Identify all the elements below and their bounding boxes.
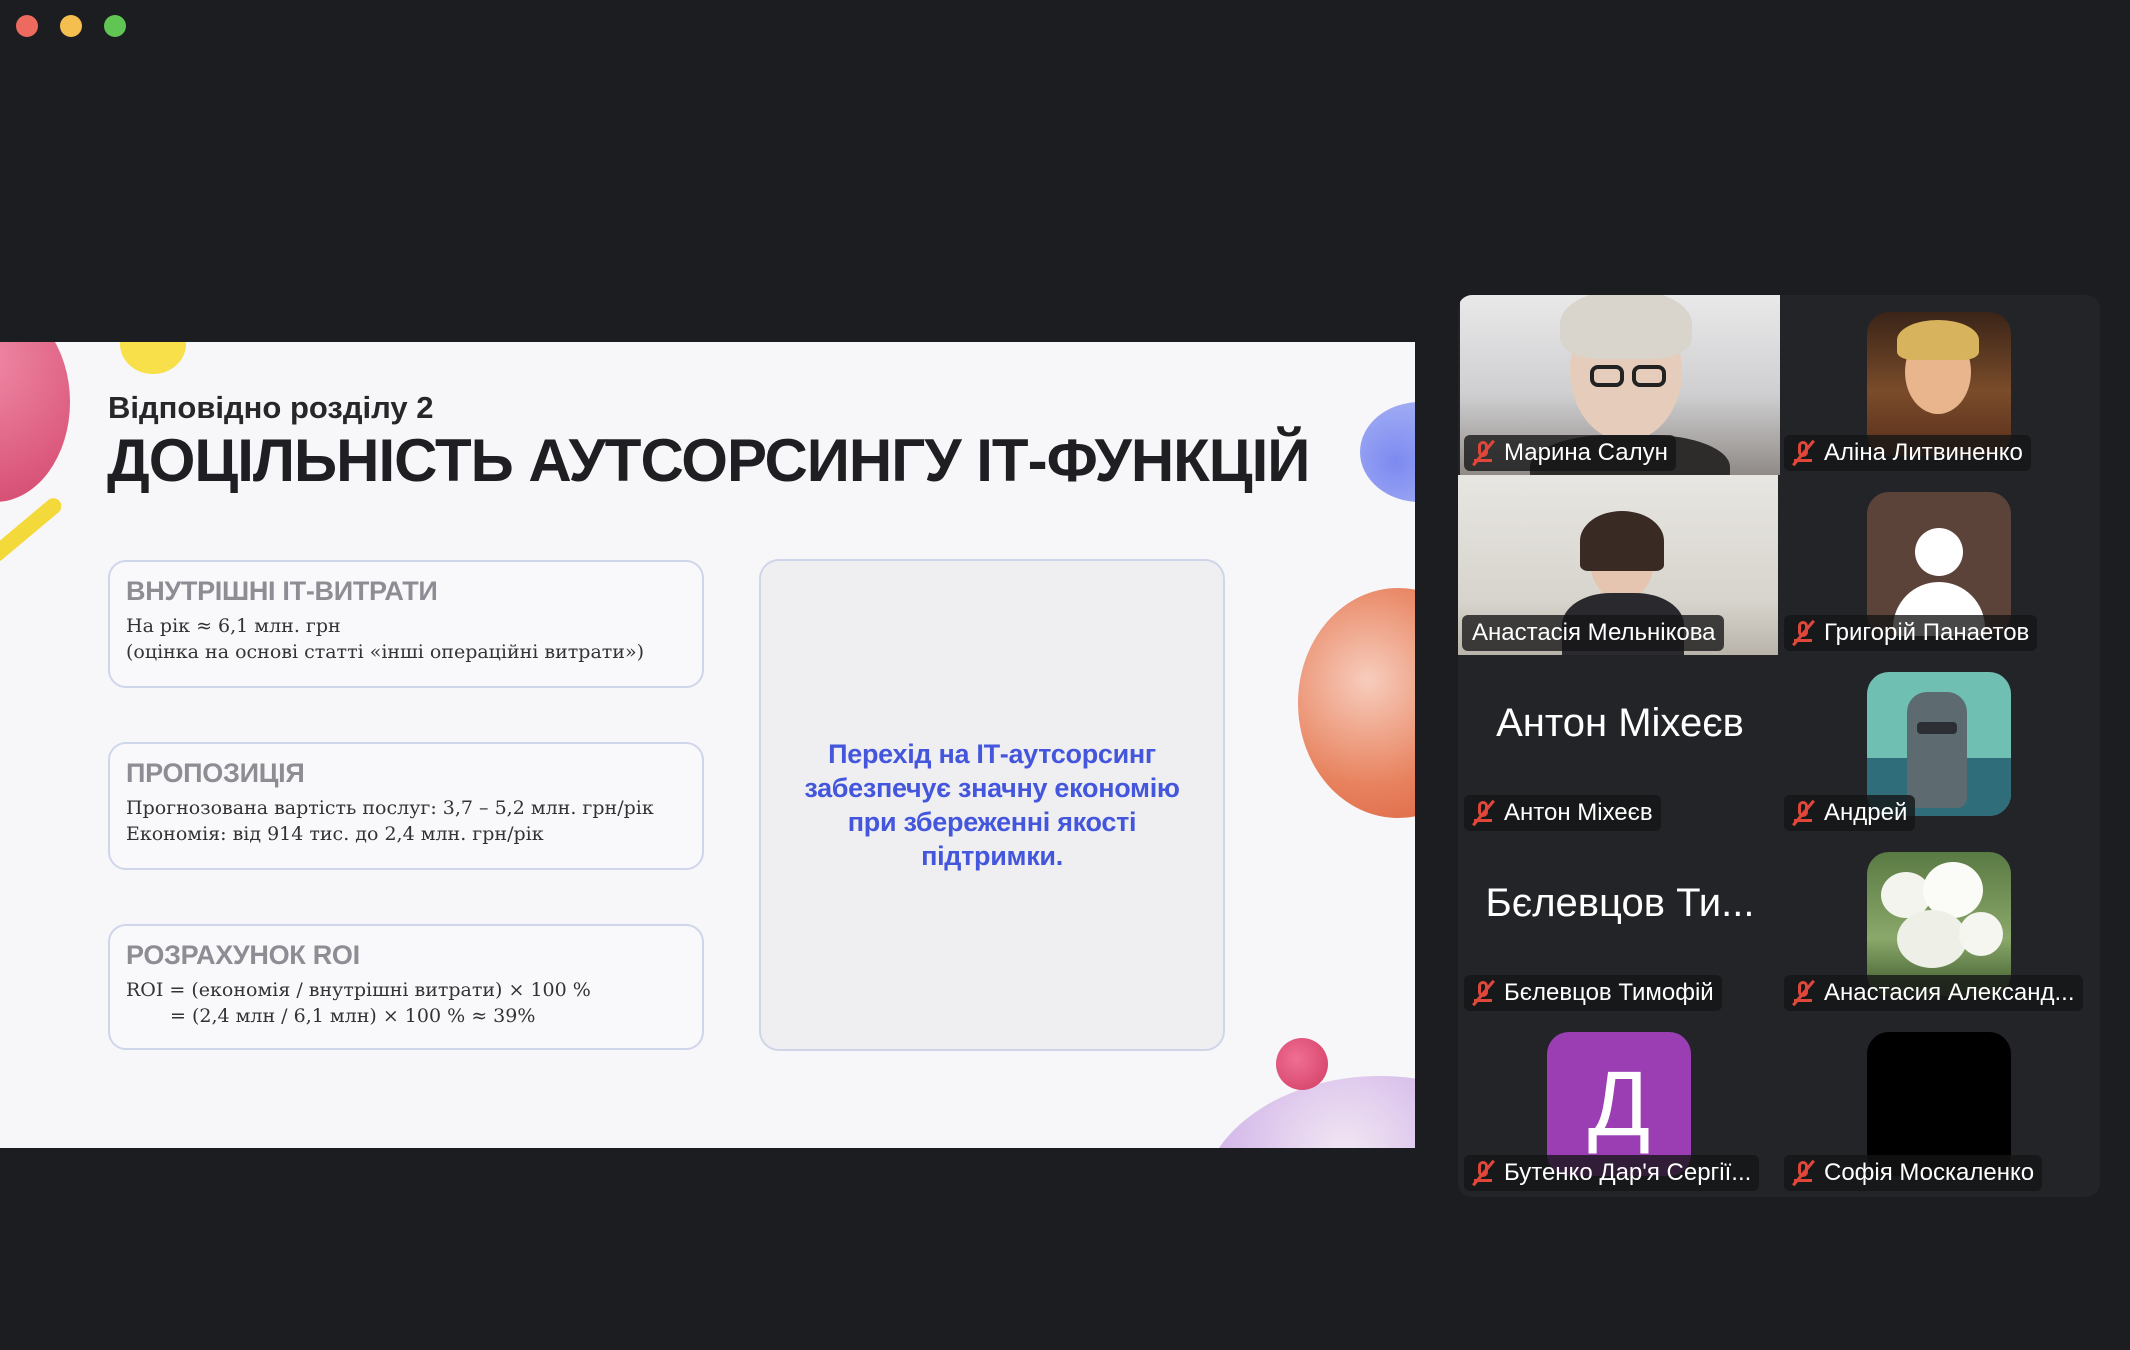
participant-tile[interactable]: Антон Міхеєв Антон Міхеєв	[1460, 655, 1780, 835]
minimize-window-button[interactable]	[60, 15, 82, 37]
participant-nametag: Софія Москаленко	[1784, 1155, 2043, 1191]
participant-name: Антон Міхеєв	[1504, 799, 1653, 826]
card-roi: РОЗРАХУНОК ROI ROI = (економія / внутріш…	[108, 924, 704, 1050]
flower	[1897, 910, 1967, 968]
card-line: Прогнозована вартість послуг: 3,7 – 5,2 …	[126, 797, 654, 819]
decorative-shape	[1360, 402, 1415, 502]
participant-name: Бєлевцов Тимофій	[1504, 979, 1714, 1006]
participant-nametag: Григорій Панаетов	[1784, 615, 2038, 651]
callout-text: Перехід на ІТ-аутсорсинг забезпечує знач…	[804, 739, 1180, 871]
participant-nametag: Бутенко Дар'я Сергії...	[1464, 1155, 1760, 1191]
participant-nametag: Андрей	[1784, 795, 1916, 831]
decorative-shape	[0, 494, 65, 566]
participant-hair	[1897, 320, 1979, 360]
participant-name: Андрей	[1824, 799, 1908, 826]
card-line: = (2,4 млн / 6,1 млн) × 100 % ≈ 39%	[170, 1005, 536, 1027]
participant-nametag: Анастасия Александ...	[1784, 975, 2083, 1011]
card-heading: ПРОПОЗИЦІЯ	[126, 758, 305, 788]
card-line: ROI = (економія / внутрішні витрати) × 1…	[126, 979, 591, 1001]
mic-muted-icon	[1470, 439, 1496, 467]
participant-nametag: Бєлевцов Тимофій	[1464, 975, 1722, 1011]
card-line: (оцінка на основі статті «інші операційн…	[126, 641, 644, 663]
moai-statue	[1907, 692, 1967, 808]
participant-tile[interactable]: Анастасия Александ...	[1780, 835, 2100, 1015]
participant-nametag: Аліна Литвиненко	[1784, 435, 2031, 471]
mic-muted-icon	[1790, 439, 1816, 467]
participant-name: Григорій Панаетов	[1824, 619, 2030, 646]
avatar-head-icon	[1915, 528, 1963, 576]
mic-muted-icon	[1470, 799, 1496, 827]
card-proposal: ПРОПОЗИЦІЯ Прогнозована вартість послуг:…	[108, 742, 704, 870]
participant-display-name: Антон Міхеєв	[1496, 701, 1744, 745]
mic-muted-icon	[1470, 979, 1496, 1007]
zoom-window: Відповідно розділу 2 ДОЦІЛЬНІСТЬ АУТСОРС…	[0, 0, 2130, 1350]
participant-name: Марина Салун	[1504, 439, 1668, 466]
decorative-shape	[0, 342, 70, 502]
participant-name: Анастасия Александ...	[1824, 979, 2075, 1006]
glasses-right	[1632, 365, 1666, 387]
participant-tile[interactable]: Андрей	[1780, 655, 2100, 835]
card-heading: ВНУТРІШНІ ІТ-ВИТРАТИ	[126, 576, 438, 606]
glasses-left	[1590, 365, 1624, 387]
callout-box: Перехід на ІТ-аутсорсинг забезпечує знач…	[759, 559, 1225, 1051]
participant-nametag: Марина Салун	[1464, 435, 1676, 471]
participant-name: Аліна Литвиненко	[1824, 439, 2023, 466]
participant-tile-active-speaker[interactable]: Анастасія Мельнікова	[1458, 475, 1778, 655]
avatar-initial: Д	[1587, 1052, 1651, 1155]
card-internal-costs: ВНУТРІШНІ ІТ-ВИТРАТИ На рік ≈ 6,1 млн. г…	[108, 560, 704, 688]
mic-muted-icon	[1790, 1159, 1816, 1187]
participant-gallery: Марина Салун Аліна Литвиненко Анастасія …	[1458, 295, 2100, 1197]
mic-muted-icon	[1470, 1159, 1496, 1187]
participant-tile[interactable]: Бєлевцов Ти... Бєлевцов Тимофій	[1460, 835, 1780, 1015]
maximize-window-button[interactable]	[104, 15, 126, 37]
mic-muted-icon	[1790, 619, 1816, 647]
flower	[1959, 912, 2003, 956]
decorative-shape	[1276, 1038, 1328, 1090]
card-heading: РОЗРАХУНОК ROI	[126, 940, 360, 970]
decorative-shape	[120, 342, 186, 374]
card-line: Економія: від 914 тис. до 2,4 млн. грн/р…	[126, 823, 544, 845]
decorative-shape	[1298, 588, 1415, 818]
participant-name: Бутенко Дар'я Сергії...	[1504, 1159, 1752, 1186]
participant-name: Анастасія Мельнікова	[1472, 619, 1716, 646]
moai-brow	[1917, 722, 1957, 734]
shared-slide: Відповідно розділу 2 ДОЦІЛЬНІСТЬ АУТСОРС…	[0, 342, 1415, 1148]
mic-muted-icon	[1790, 979, 1816, 1007]
close-window-button[interactable]	[16, 15, 38, 37]
mic-muted-icon	[1790, 799, 1816, 827]
participant-nametag: Анастасія Мельнікова	[1462, 615, 1724, 651]
participant-name: Софія Москаленко	[1824, 1159, 2035, 1186]
slide-subtitle: Відповідно розділу 2	[108, 390, 434, 425]
card-line: На рік ≈ 6,1 млн. грн	[126, 615, 341, 637]
participant-tile[interactable]: Григорій Панаетов	[1780, 475, 2100, 655]
slide-title: ДОЦІЛЬНІСТЬ АУТСОРСИНГУ ІТ-ФУНКЦІЙ	[107, 427, 1310, 494]
participant-display-name: Бєлевцов Ти...	[1485, 881, 1755, 925]
participant-nametag: Антон Міхеєв	[1464, 795, 1661, 831]
participant-tile[interactable]: Софія Москаленко	[1780, 1015, 2100, 1195]
participant-tile[interactable]: Аліна Литвиненко	[1780, 295, 2100, 475]
participant-tile[interactable]: Д Бутенко Дар'я Сергії...	[1460, 1015, 1780, 1195]
participant-hair	[1580, 511, 1664, 571]
participant-hair	[1560, 295, 1692, 359]
participant-tile[interactable]: Марина Салун	[1460, 295, 1780, 475]
